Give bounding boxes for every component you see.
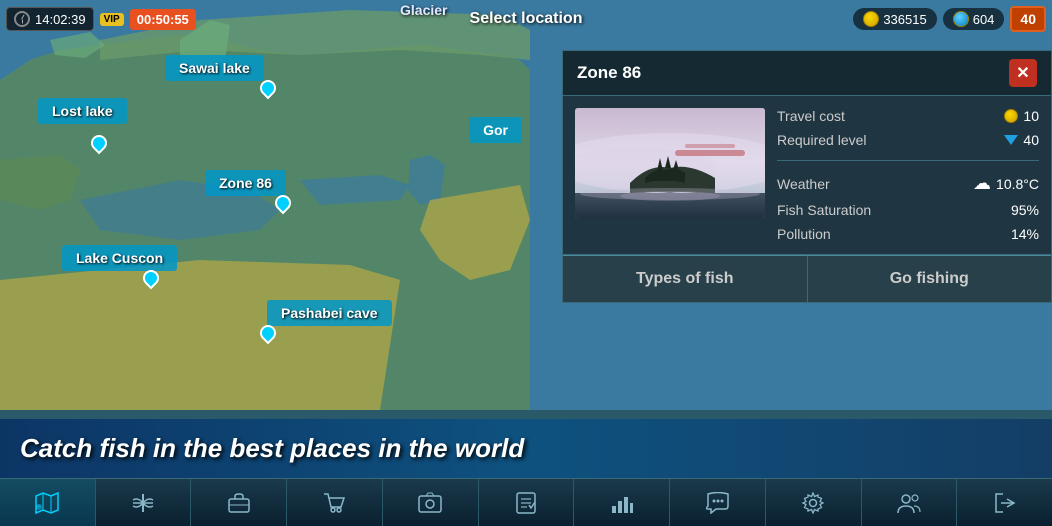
gold-currency-badge: 336515 [853, 8, 936, 30]
nav-exit[interactable] [957, 479, 1052, 526]
nav-cart[interactable] [287, 479, 383, 526]
lake-cuscon-label[interactable]: Lake Cuscon [62, 245, 177, 271]
nav-photo[interactable] [383, 479, 479, 526]
gold-amount: 336515 [883, 12, 926, 27]
vip-badge: VIP [100, 13, 124, 26]
travel-cost-value: 10 [1004, 108, 1039, 124]
gem-amount: 604 [973, 12, 995, 27]
gem-icon [953, 11, 969, 27]
sawai-lake-pin [257, 80, 275, 102]
nav-settings[interactable] [766, 479, 862, 526]
nav-map[interactable] [0, 479, 96, 526]
zone-panel-header: Zone 86 ✕ [563, 51, 1051, 96]
required-level-label: Required level [777, 132, 867, 148]
zone-86-pin [272, 195, 290, 217]
gem-currency-badge: 604 [943, 8, 1005, 30]
bottom-banner: Catch fish in the best places in the wor… [0, 419, 1052, 478]
lake-cuscon-pin [140, 270, 158, 292]
zone-body: Travel cost 10 Required level 40 Weather… [563, 96, 1051, 254]
clock-badge: 14:02:39 [6, 7, 94, 31]
nav-stats[interactable] [574, 479, 670, 526]
top-bar: 14:02:39 VIP 00:50:55 Select location 33… [0, 0, 1052, 38]
travel-cost-label: Travel cost [777, 108, 845, 124]
clock-time: 14:02:39 [35, 12, 86, 27]
zone-stats: Travel cost 10 Required level 40 Weather… [777, 108, 1039, 242]
gorge-label[interactable]: Gor [469, 117, 522, 143]
top-left-cluster: 14:02:39 VIP 00:50:55 [0, 7, 196, 31]
fish-saturation-row: Fish Saturation 95% [777, 202, 1039, 218]
travel-cost-coin [1004, 109, 1018, 123]
select-location-label: Select location [470, 10, 583, 28]
pashabei-cave-pin [257, 325, 275, 347]
weather-label: Weather [777, 176, 830, 192]
zone-title: Zone 86 [577, 63, 641, 83]
fish-saturation-value: 95% [1011, 202, 1039, 218]
weather-row: Weather ☁ 10.8°C [777, 173, 1039, 194]
nav-chat[interactable] [670, 479, 766, 526]
level-badge: 40 [1010, 6, 1046, 32]
required-level-row: Required level 40 [777, 132, 1039, 148]
nav-scale[interactable] [96, 479, 192, 526]
pollution-row: Pollution 14% [777, 226, 1039, 242]
weather-value: ☁ 10.8°C [973, 173, 1039, 194]
go-fishing-button[interactable]: Go fishing [808, 255, 1052, 302]
top-right-cluster: 336515 604 40 [853, 6, 1052, 32]
travel-cost-row: Travel cost 10 [777, 108, 1039, 124]
banner-text: Catch fish in the best places in the wor… [20, 433, 524, 463]
pollution-label: Pollution [777, 226, 831, 242]
level-arrow-icon [1004, 135, 1018, 145]
nav-briefcase[interactable] [191, 479, 287, 526]
fish-saturation-label: Fish Saturation [777, 202, 871, 218]
cloud-icon: ☁ [973, 173, 991, 194]
coin-icon [863, 11, 879, 27]
lost-lake-label[interactable]: Lost lake [38, 98, 127, 124]
zone-buttons: Types of fish Go fishing [563, 254, 1051, 302]
nav-tasks[interactable] [479, 479, 575, 526]
lost-lake-pin [88, 135, 106, 157]
sawai-lake-label[interactable]: Sawai lake [165, 55, 264, 81]
zone-86-label[interactable]: Zone 86 [205, 170, 286, 196]
pashabei-cave-label[interactable]: Pashabei cave [267, 300, 392, 326]
timer-badge: 00:50:55 [130, 9, 196, 30]
pollution-value: 14% [1011, 226, 1039, 242]
zone-image [575, 108, 765, 218]
types-of-fish-button[interactable]: Types of fish [563, 255, 808, 302]
close-button[interactable]: ✕ [1009, 59, 1037, 87]
bottom-nav [0, 478, 1052, 526]
nav-community[interactable] [862, 479, 958, 526]
zone-panel: Zone 86 ✕ [562, 50, 1052, 303]
required-level-value: 40 [1004, 132, 1039, 148]
